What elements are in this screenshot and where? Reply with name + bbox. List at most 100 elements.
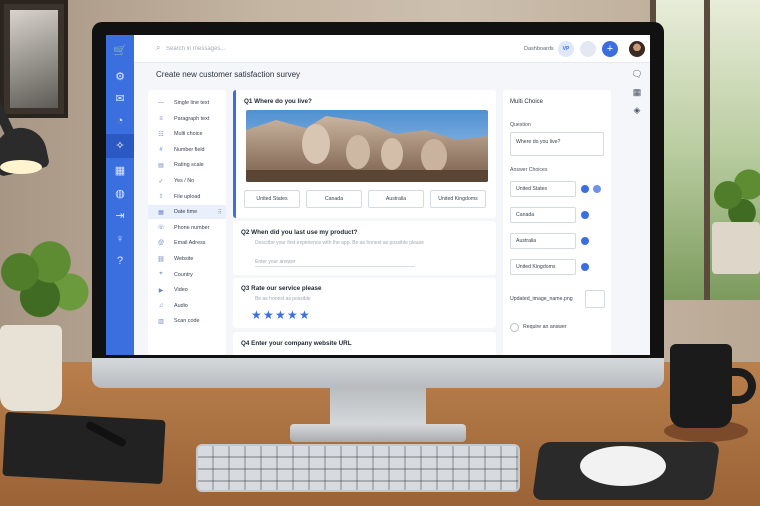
lamp-glow xyxy=(0,160,42,174)
user-initials-avatar[interactable]: VP xyxy=(558,41,574,57)
wall-picture-frame xyxy=(0,0,68,118)
star-icon[interactable]: ★ xyxy=(299,309,310,321)
field-type-item[interactable]: ≡ Paragraph text xyxy=(148,112,226,126)
q1-choice-button[interactable]: United Kingdoms xyxy=(430,190,486,208)
q1-choice-button[interactable]: Australia xyxy=(368,190,424,208)
plant-right-leaves xyxy=(700,160,760,230)
field-type-item[interactable]: ⛓ Website xyxy=(148,252,226,266)
question-text-field[interactable]: Where do you live? xyxy=(510,132,604,156)
add-choice-icon[interactable] xyxy=(593,185,601,193)
field-type-item[interactable]: ⇪ File upload xyxy=(148,190,226,204)
field-type-icon: ⛓ xyxy=(157,256,165,263)
answer-choice-field[interactable]: Australia xyxy=(510,233,576,249)
field-type-label: Rating scale xyxy=(174,162,204,169)
q3-description: Be as honest as possible xyxy=(255,296,311,302)
search-icon: ⌕ xyxy=(156,43,161,52)
add-button[interactable]: + xyxy=(602,41,618,57)
magic-icon[interactable]: ✧ xyxy=(106,134,134,158)
field-type-icon: ― xyxy=(158,100,164,106)
field-type-label: Scan code xyxy=(174,318,200,325)
field-type-icon: # xyxy=(159,146,163,153)
q1-image xyxy=(246,110,488,182)
keyboard xyxy=(196,444,520,492)
star-icon[interactable]: ★ xyxy=(263,309,274,321)
calendar-icon[interactable]: ▦ xyxy=(630,85,644,99)
search-input[interactable] xyxy=(166,43,286,55)
field-type-icon: ♫ xyxy=(158,302,164,309)
choice-radio-icon[interactable] xyxy=(581,211,589,219)
question-card-q3[interactable]: Q3 Rate our service please Be as honest … xyxy=(233,278,496,328)
field-type-icon: ▦ xyxy=(158,209,164,216)
monitor-foot xyxy=(290,424,466,442)
field-type-item[interactable]: ― Single line text xyxy=(148,96,226,110)
layers-icon[interactable]: ◈ xyxy=(630,103,644,117)
cart-icon[interactable]: 🛒 xyxy=(111,42,129,60)
field-type-item[interactable]: ✓ Yes / No xyxy=(148,174,226,188)
mouse xyxy=(580,446,666,486)
field-type-item[interactable]: @ Email Adress xyxy=(148,236,226,250)
plant-left-pot xyxy=(0,325,62,411)
globe-icon[interactable]: ◍ xyxy=(111,185,129,203)
field-type-label: Single line text xyxy=(174,100,210,106)
field-type-icon: @ xyxy=(157,240,165,247)
star-icon[interactable]: ★ xyxy=(251,309,262,321)
require-answer-label: Require an answer xyxy=(523,324,567,330)
field-type-item[interactable]: ▦ Date time ⠿ xyxy=(148,205,226,220)
question-card-q1[interactable]: Q1 Where do you live? United States Cana… xyxy=(233,90,496,218)
q1-choice-button[interactable]: Canada xyxy=(306,190,362,208)
q4-title: Q4 Enter your company website URL xyxy=(241,340,352,347)
choice-radio-icon[interactable] xyxy=(581,237,589,245)
help-icon[interactable]: ? xyxy=(111,252,129,270)
field-type-icon: ⇪ xyxy=(158,194,164,201)
gear-icon[interactable]: ⚙ xyxy=(111,68,129,86)
star-icon[interactable]: ★ xyxy=(287,309,298,321)
drag-handle-icon[interactable]: ⠿ xyxy=(218,209,222,216)
q2-answer-input[interactable] xyxy=(255,257,415,267)
choice-radio-icon[interactable] xyxy=(581,263,589,271)
question-card-q2[interactable]: Q2 When did you last use my product? Des… xyxy=(233,221,496,275)
field-type-label: Phone number xyxy=(174,224,210,231)
field-type-item[interactable]: ⌖ Country xyxy=(148,268,226,282)
field-type-label: Audio xyxy=(174,302,188,309)
lightbulb-icon[interactable]: ♀ xyxy=(111,230,129,248)
calendar-icon[interactable]: ▦ xyxy=(111,162,129,180)
field-type-label: File upload xyxy=(174,193,201,200)
field-type-item[interactable]: ♫ Audio xyxy=(148,299,226,313)
field-type-item[interactable]: # Number field xyxy=(148,143,226,157)
image-name-label: Updated_image_name.png xyxy=(510,296,573,302)
placeholder-avatar[interactable] xyxy=(580,41,596,57)
plant-right-pot xyxy=(712,222,760,274)
field-type-icon: ▥ xyxy=(158,318,164,325)
user-profile-avatar[interactable] xyxy=(628,40,646,58)
field-type-icon: ▶ xyxy=(158,287,164,294)
mail-icon[interactable]: ✉ xyxy=(111,90,129,108)
properties-panel: Multi Choice Question Where do you live?… xyxy=(503,90,611,355)
field-type-item[interactable]: ☏ Phone number xyxy=(148,221,226,235)
export-icon[interactable]: ⇥ xyxy=(111,207,129,225)
field-type-item[interactable]: ▥ Scan code xyxy=(148,314,226,328)
q3-title: Q3 Rate our service please xyxy=(241,285,322,292)
require-answer-checkbox[interactable] xyxy=(510,323,519,332)
q1-title: Q1 Where do you live? xyxy=(244,98,312,105)
app-screen: 🛒 ⚙ ✉ ◔ ✧ ▦ ◍ ⇥ ♀ ? ⌕ Dashboards VP + Cr… xyxy=(106,35,650,355)
field-type-item[interactable]: ▤ Rating scale xyxy=(148,158,226,172)
answer-choice-field[interactable]: Canada xyxy=(510,207,576,223)
field-type-item[interactable]: ☷ Multi choice xyxy=(148,127,226,141)
field-type-icon: ▤ xyxy=(158,162,164,169)
q2-description: Describe your first experience with the … xyxy=(255,240,424,246)
question-card-q4[interactable]: Q4 Enter your company website URL xyxy=(233,332,496,355)
star-icon[interactable]: ★ xyxy=(275,309,286,321)
plant-left-leaves xyxy=(0,232,90,332)
answer-choice-field[interactable]: United Kingdoms xyxy=(510,259,576,275)
image-upload-box[interactable] xyxy=(585,290,605,308)
field-type-item[interactable]: ▶ Video xyxy=(148,283,226,297)
speedometer-icon[interactable]: ◔ xyxy=(111,112,129,130)
choice-radio-icon[interactable] xyxy=(581,185,589,193)
chat-icon[interactable]: 🗨 xyxy=(630,67,644,81)
q1-choice-button[interactable]: United States xyxy=(244,190,300,208)
notebook xyxy=(2,411,166,485)
dashboards-link[interactable]: Dashboards xyxy=(524,46,554,52)
top-bar: ⌕ Dashboards VP + xyxy=(134,35,650,63)
field-type-label: Number field xyxy=(174,146,205,153)
answer-choice-field[interactable]: United States xyxy=(510,181,576,197)
